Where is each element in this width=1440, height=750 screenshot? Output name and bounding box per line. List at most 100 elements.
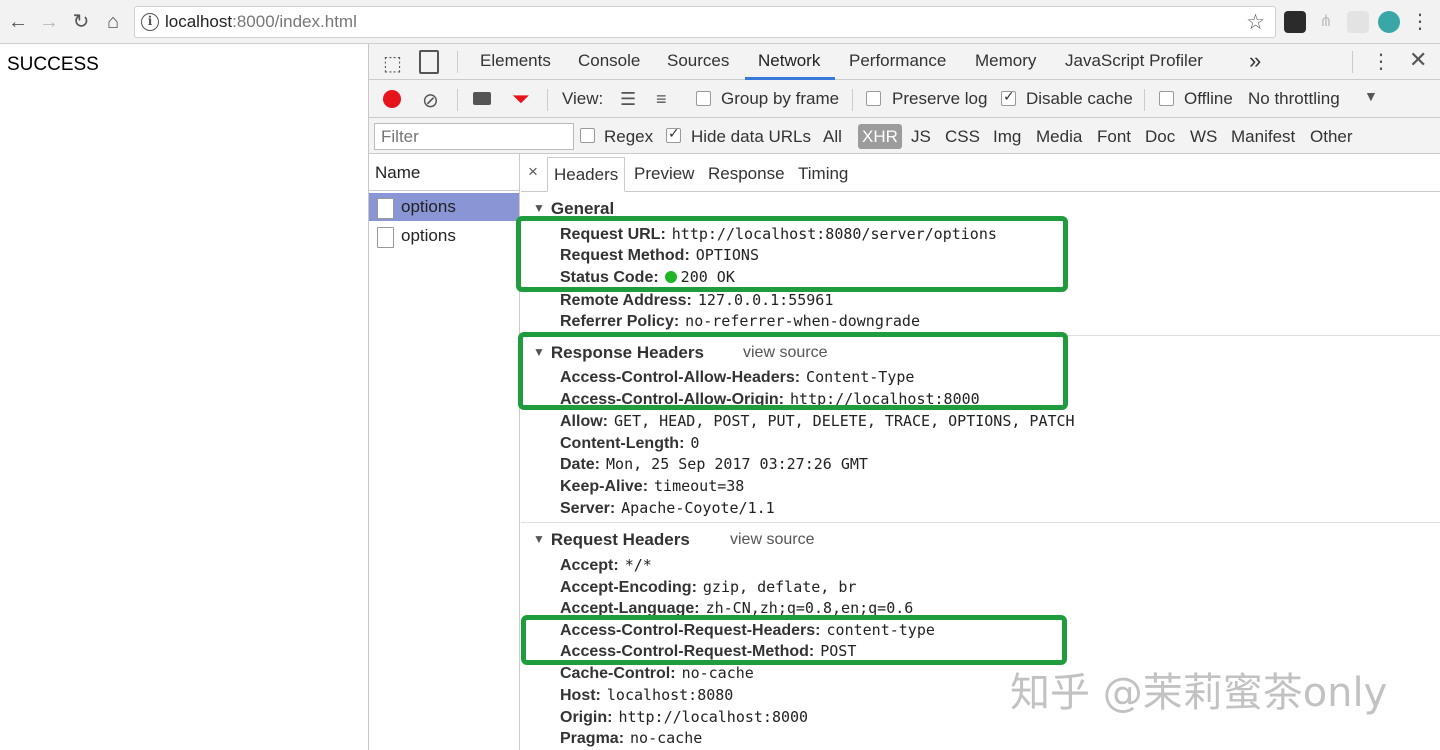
waterfall-view-icon[interactable]: ≡ — [656, 89, 667, 110]
extension-tree-icon[interactable]: ⋔ — [1315, 11, 1337, 33]
offline-checkbox[interactable] — [1159, 91, 1174, 106]
group-by-frame-checkbox[interactable] — [696, 91, 711, 106]
header-row: Referrer Policy: no-referrer-when-downgra… — [560, 311, 920, 331]
type-filter-css[interactable]: CSS — [945, 127, 980, 147]
header-row: Cache-Control: no-cache — [560, 663, 754, 683]
devtools-menu-icon[interactable]: ⋮ — [1371, 49, 1391, 74]
separator — [457, 89, 458, 111]
forward-icon[interactable]: → — [36, 9, 62, 35]
type-filter-media[interactable]: Media — [1036, 127, 1082, 147]
tab-network[interactable]: Network — [758, 51, 820, 71]
type-filter-all[interactable]: All — [823, 127, 842, 147]
back-icon[interactable]: ← — [5, 9, 31, 35]
header-key: Origin: — [560, 709, 613, 726]
close-detail-icon[interactable]: × — [528, 162, 538, 182]
header-value: localhost:8080 — [606, 686, 734, 704]
type-filter-manifest[interactable]: Manifest — [1231, 127, 1295, 147]
screenshot-camera-icon[interactable] — [473, 92, 491, 105]
tab-javascript-profiler[interactable]: JavaScript Profiler — [1065, 51, 1203, 71]
tab-response[interactable]: Response — [708, 164, 785, 184]
type-filter-img[interactable]: Img — [993, 127, 1021, 147]
request-row[interactable]: options — [369, 222, 519, 250]
page-success-text: SUCCESS — [7, 54, 99, 75]
tab-headers[interactable]: Headers — [547, 157, 626, 192]
section-divider — [521, 522, 1440, 523]
extension-icon[interactable] — [1284, 11, 1306, 33]
highlight-box-response — [518, 332, 1068, 410]
header-value: no-cache — [630, 729, 703, 747]
address-url[interactable]: localhost:8000/index.html — [165, 12, 357, 32]
header-value: gzip, deflate, br — [702, 578, 857, 596]
header-row: Host: localhost:8080 — [560, 685, 733, 705]
tab-performance[interactable]: Performance — [849, 51, 946, 71]
tab-console[interactable]: Console — [578, 51, 640, 71]
header-key: Host: — [560, 687, 601, 704]
tab-sources[interactable]: Sources — [667, 51, 729, 71]
hide-data-urls-label: Hide data URLs — [691, 127, 812, 146]
expand-triangle-icon: ▼ — [533, 201, 545, 215]
header-row: Accept-Encoding: gzip, deflate, br — [560, 577, 856, 597]
more-tabs-icon[interactable]: » — [1249, 48, 1261, 74]
extension-circle-icon[interactable] — [1378, 11, 1400, 33]
type-filter-doc[interactable]: Doc — [1145, 127, 1175, 147]
type-filter-js[interactable]: JS — [911, 127, 931, 147]
chevron-down-icon[interactable]: ▼ — [1364, 88, 1378, 104]
header-key: Keep-Alive: — [560, 478, 649, 495]
header-row: Origin: http://localhost:8000 — [560, 707, 808, 727]
header-value: no-cache — [681, 664, 754, 682]
file-icon — [377, 198, 394, 219]
header-key: Accept: — [560, 557, 619, 574]
request-view-source-link[interactable]: view source — [730, 531, 814, 549]
tab-memory[interactable]: Memory — [975, 51, 1036, 71]
highlight-box-general — [516, 216, 1068, 292]
reload-icon[interactable]: ↻ — [68, 9, 94, 35]
filter-input[interactable] — [374, 123, 574, 150]
url-path: :8000/index.html — [232, 12, 357, 31]
header-value: */* — [624, 556, 652, 574]
type-filter-ws[interactable]: WS — [1190, 127, 1217, 147]
name-column-label: Name — [375, 163, 421, 182]
filter-bar: Regex Hide data URLs All XHR JS CSS Img … — [369, 118, 1440, 154]
list-view-icon[interactable]: ☰ — [620, 89, 636, 110]
device-toolbar-icon[interactable] — [419, 50, 439, 74]
preserve-log-checkbox[interactable] — [866, 91, 881, 106]
header-value: 0 — [690, 434, 700, 452]
header-key: Remote Address: — [560, 292, 692, 309]
record-icon[interactable] — [383, 90, 401, 108]
header-key: Pragma: — [560, 730, 625, 747]
filter-funnel-icon[interactable]: ⏷ — [512, 86, 530, 112]
request-row[interactable]: options — [369, 193, 519, 221]
header-row: Content-Length: 0 — [560, 433, 699, 453]
throttling-select[interactable]: No throttling — [1248, 89, 1340, 109]
header-value: 127.0.0.1:55961 — [697, 291, 834, 309]
header-value: GET, HEAD, POST, PUT, DELETE, TRACE, OPT… — [614, 412, 1075, 430]
inspect-element-icon[interactable]: ⬚ — [383, 51, 402, 76]
extension-grid-icon[interactable] — [1347, 11, 1369, 33]
type-filter-font[interactable]: Font — [1097, 127, 1131, 147]
header-row: Pragma: no-cache — [560, 728, 702, 748]
request-headers-section-title[interactable]: ▼ Request Headers — [533, 530, 690, 550]
regex-label: Regex — [604, 127, 654, 146]
browser-menu-icon[interactable]: ⋮ — [1407, 9, 1433, 35]
bookmark-star-icon[interactable]: ☆ — [1246, 10, 1265, 35]
info-icon[interactable]: i — [141, 13, 159, 31]
request-list-header[interactable]: Name — [369, 154, 519, 191]
home-icon[interactable]: ⌂ — [100, 9, 126, 35]
type-filter-other[interactable]: Other — [1310, 127, 1353, 147]
tab-timing[interactable]: Timing — [798, 164, 848, 184]
type-filter-xhr[interactable]: XHR — [858, 124, 902, 149]
address-bar[interactable]: i localhost:8000/index.html ☆ — [134, 6, 1276, 38]
tab-preview[interactable]: Preview — [634, 164, 694, 184]
disable-cache-checkbox[interactable] — [1001, 88, 1016, 106]
clear-icon[interactable]: ⊘ — [422, 88, 439, 113]
header-key: Date: — [560, 456, 601, 473]
hide-data-urls-checkbox[interactable] — [666, 125, 681, 143]
request-name: options — [401, 226, 456, 245]
regex-checkbox[interactable] — [580, 128, 595, 143]
devtools-tabbar: ⬚ Elements Console Sources Network Perfo… — [369, 44, 1440, 80]
header-key: Content-Length: — [560, 435, 685, 452]
url-host: localhost — [165, 12, 233, 31]
tab-elements[interactable]: Elements — [480, 51, 551, 71]
close-devtools-icon[interactable]: ✕ — [1409, 47, 1427, 73]
header-value: Mon, 25 Sep 2017 03:27:26 GMT — [606, 455, 868, 473]
